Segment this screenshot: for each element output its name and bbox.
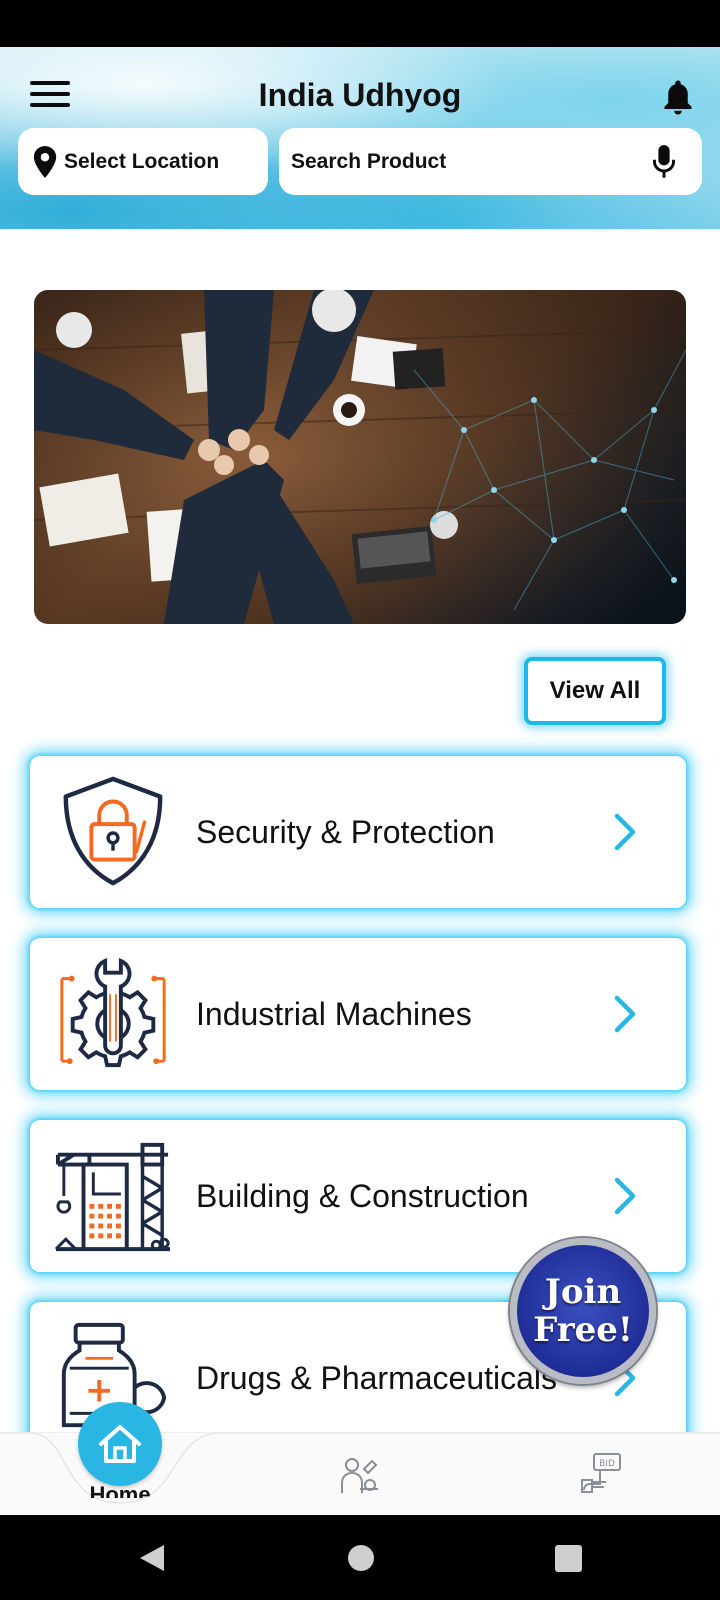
home-icon <box>99 1425 141 1463</box>
join-free-line1: Join <box>544 1272 622 1312</box>
status-bar <box>0 0 720 47</box>
svg-text:BID: BID <box>599 1459 615 1469</box>
chevron-right-icon <box>614 1177 636 1215</box>
system-recents-icon[interactable] <box>555 1545 582 1572</box>
expert-icon[interactable] <box>340 1455 380 1495</box>
system-home-icon[interactable] <box>348 1545 374 1571</box>
search-product-input[interactable]: Search Product <box>279 128 702 195</box>
gear-wrench-icon <box>60 957 166 1068</box>
notification-bell-icon[interactable] <box>660 77 696 117</box>
nav-home-button[interactable] <box>78 1402 162 1486</box>
category-label: Building & Construction <box>196 1177 529 1214</box>
banner-illustration <box>34 290 686 624</box>
promo-banner-image[interactable] <box>34 290 686 624</box>
chevron-right-icon <box>614 813 636 851</box>
app-title: India Udhyog <box>258 77 462 113</box>
category-card-security[interactable]: Security & Protection <box>30 756 686 908</box>
security-shield-lock-icon <box>63 776 163 886</box>
microphone-icon[interactable] <box>650 144 678 180</box>
location-pin-icon <box>33 145 57 178</box>
view-all-button[interactable]: View All <box>524 657 666 725</box>
category-label: Industrial Machines <box>196 995 472 1032</box>
join-free-button[interactable]: Join Free! <box>510 1238 656 1384</box>
location-label: Select Location <box>64 149 220 173</box>
app-header: India Udhyog Select Location Search Prod… <box>0 47 720 229</box>
category-card-industrial-machines[interactable]: Industrial Machines <box>30 938 686 1090</box>
join-free-line2: Free! <box>533 1310 633 1350</box>
category-label: Security & Protection <box>196 813 495 850</box>
system-back-icon[interactable] <box>138 1543 166 1573</box>
search-placeholder: Search Product <box>291 149 447 173</box>
building-crane-icon <box>54 1142 171 1252</box>
select-location-button[interactable]: Select Location <box>18 128 268 195</box>
nav-home-label: Home <box>89 1484 151 1498</box>
bid-icon[interactable]: BID <box>580 1452 622 1494</box>
chevron-right-icon <box>614 995 636 1033</box>
